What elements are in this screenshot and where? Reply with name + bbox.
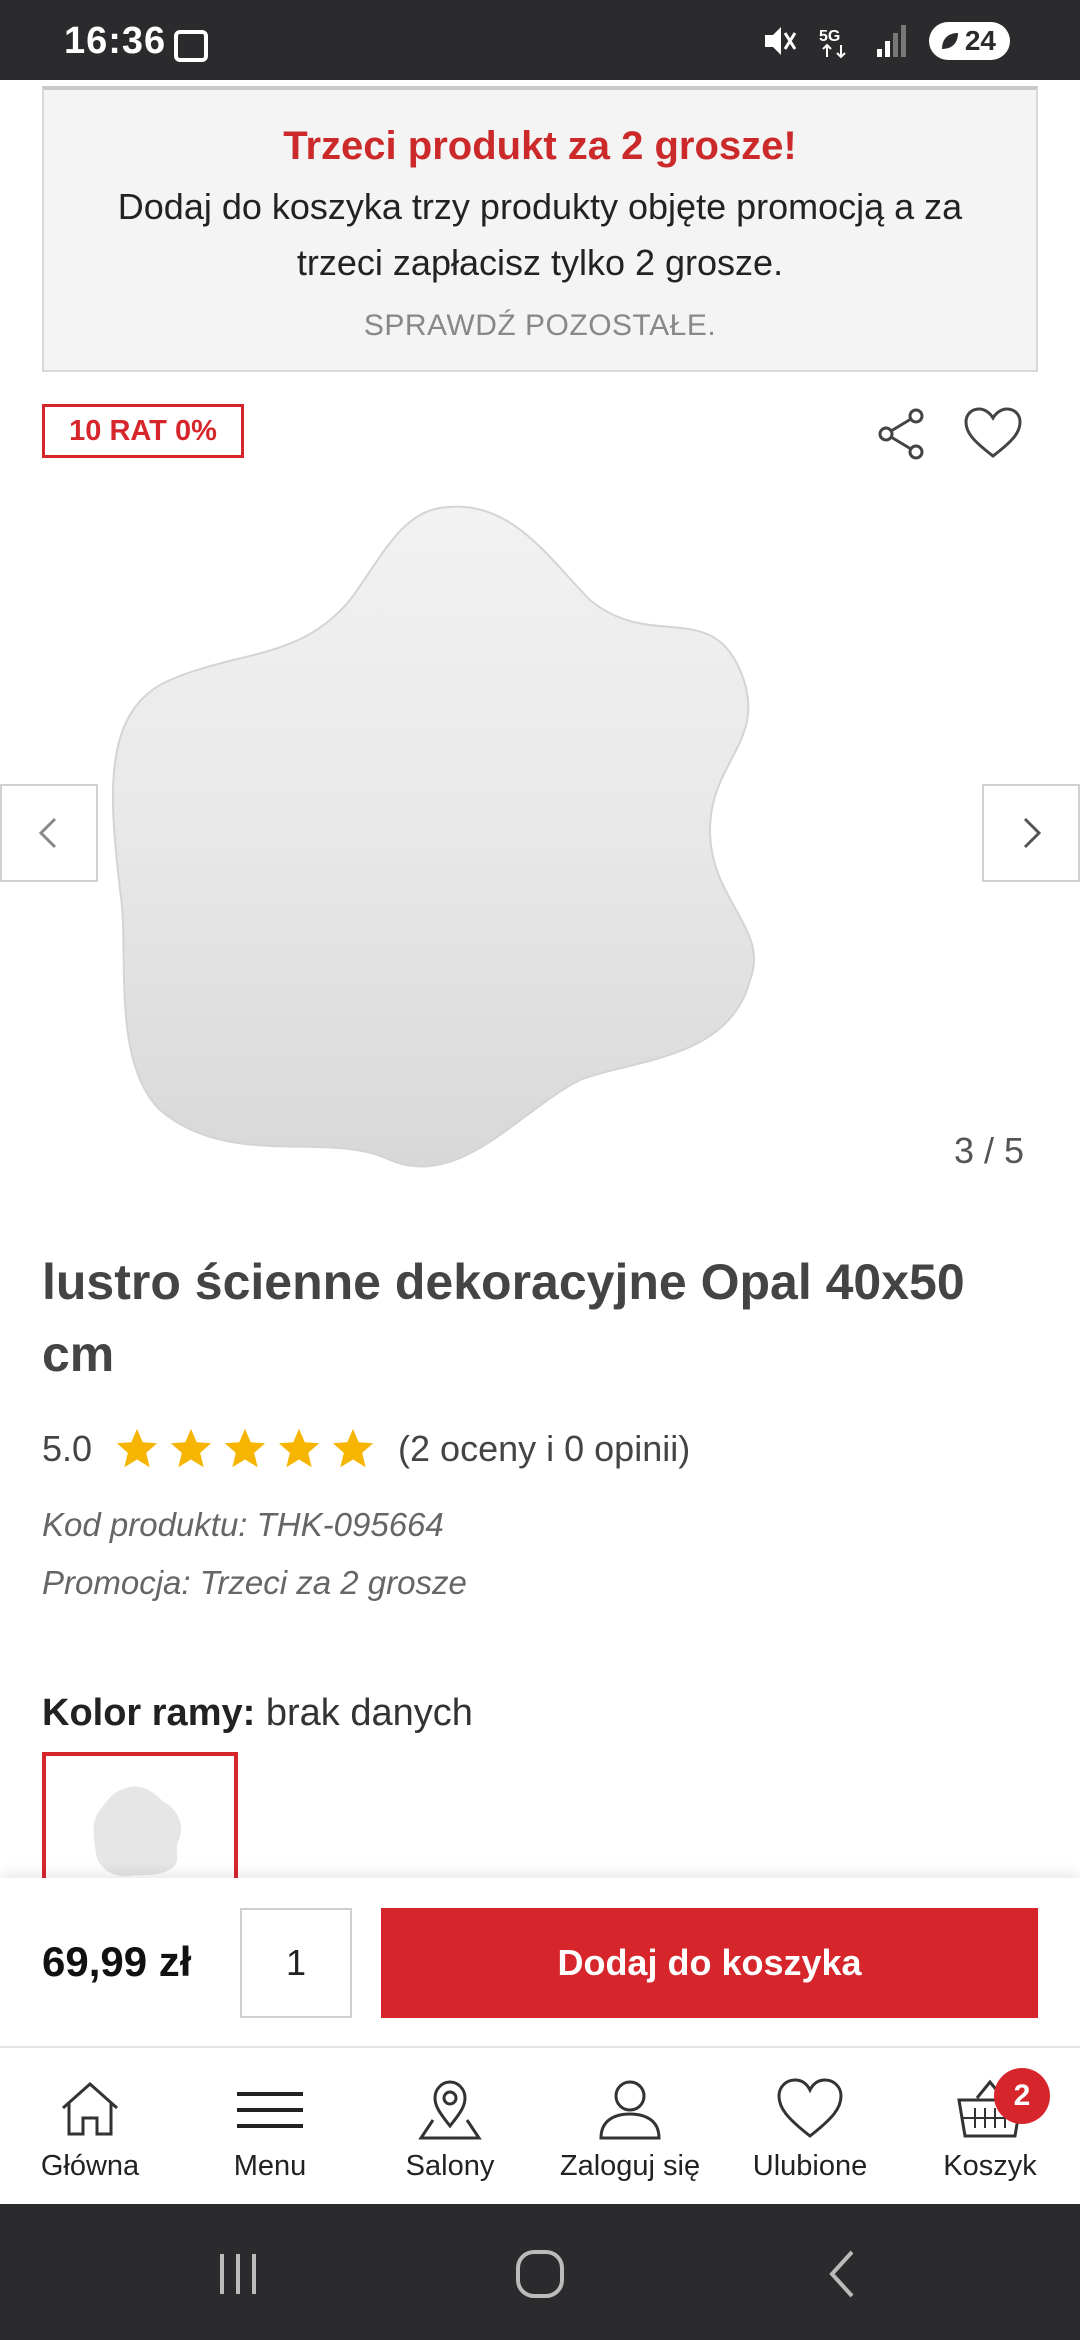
star-icon xyxy=(332,1428,374,1468)
nav-item-home[interactable]: Główna xyxy=(0,2048,180,2204)
screenshot-icon xyxy=(174,30,208,62)
nav-item-cart[interactable]: Koszyk 2 xyxy=(900,2048,1080,2204)
nav-label-home: Główna xyxy=(40,2150,140,2182)
star-icon xyxy=(278,1428,320,1468)
nav-item-stores[interactable]: Salony xyxy=(360,2048,540,2204)
bottom-nav: Główna Menu Salony Zaloguj się Ulubione xyxy=(0,2046,1080,2204)
promo-text: Dodaj do koszyka trzy produkty objęte pr… xyxy=(117,186,963,283)
quantity-input[interactable]: 1 xyxy=(240,1908,352,2018)
installments-badge: 10 RAT 0% xyxy=(42,404,244,458)
menu-icon xyxy=(237,2092,303,2128)
promo-banner: Trzeci produkt za 2 grosze! Dodaj do kos… xyxy=(42,86,1038,372)
gallery-counter: 3 / 5 xyxy=(953,1130,1024,1171)
system-nav-bar xyxy=(0,2204,1080,2340)
star-icon xyxy=(224,1428,266,1468)
nav-label-menu: Menu xyxy=(233,2150,307,2182)
battery-indicator: 24 xyxy=(928,22,1010,60)
nav-item-login[interactable]: Zaloguj się xyxy=(540,2048,720,2204)
gallery-prev-button[interactable] xyxy=(0,784,98,882)
home-button-icon[interactable] xyxy=(510,2244,570,2304)
recent-apps-icon[interactable] xyxy=(208,2244,268,2304)
home-icon xyxy=(62,2081,118,2136)
nav-label-login: Zaloguj się xyxy=(559,2150,701,2182)
share-icon[interactable] xyxy=(872,404,932,464)
nav-label-favorites: Ulubione xyxy=(752,2150,868,2182)
frame-color-value: brak danych xyxy=(265,1692,473,1734)
product-code: Kod produktu: THK-095664 xyxy=(42,1506,444,1543)
cart-count-badge: 2 xyxy=(994,2068,1050,2124)
chevron-left-icon xyxy=(38,817,57,849)
battery-level: 24 xyxy=(964,25,996,56)
color-swatch-selected[interactable] xyxy=(42,1752,238,1882)
nav-label-cart: Koszyk xyxy=(943,2150,1037,2182)
mute-icon xyxy=(764,27,797,55)
swatch-thumbnail xyxy=(93,1786,182,1877)
rating-value: 5.0 xyxy=(42,1428,93,1469)
user-icon xyxy=(599,2080,661,2140)
frame-color: Kolor ramy: brak danych xyxy=(42,1692,473,1735)
signal-icon xyxy=(876,25,906,57)
nav-item-favorites[interactable]: Ulubione xyxy=(720,2048,900,2204)
status-bar: 16:36 5G 24 xyxy=(0,0,1080,80)
product-title: lustro ścienne dekoracyjne Opal 40x50 cm xyxy=(42,1254,965,1382)
network-label: 5G xyxy=(819,28,840,45)
favorite-heart-icon[interactable] xyxy=(962,404,1024,464)
nav-label-stores: Salony xyxy=(405,2150,495,2182)
heart-icon xyxy=(777,2078,843,2138)
nav-item-menu[interactable]: Menu xyxy=(180,2048,360,2204)
rating-count: (2 oceny i 0 opinii) xyxy=(398,1428,691,1469)
product-rating[interactable]: 5.0 (2 oceny i 0 opinii) xyxy=(42,1426,690,1472)
network-5g-icon: 5G xyxy=(819,28,846,59)
product-promotion: Promocja: Trzeci za 2 grosze xyxy=(42,1564,467,1601)
chevron-right-icon xyxy=(1023,817,1042,849)
add-to-cart-button[interactable]: Dodaj do koszyka xyxy=(381,1908,1038,2018)
product-image[interactable] xyxy=(110,490,970,1170)
leaf-icon xyxy=(941,33,958,49)
promo-more-link[interactable]: SPRAWDŹ POZOSTAŁE. xyxy=(44,309,1036,343)
star-icon xyxy=(116,1428,158,1468)
product-price: 69,99 zł xyxy=(42,1938,192,1985)
star-icon xyxy=(170,1428,212,1468)
gallery-next-button[interactable] xyxy=(982,784,1080,882)
status-icons: 5G 24 xyxy=(761,22,1010,60)
promo-title: Trzeci produkt za 2 grosze! xyxy=(283,124,797,168)
status-time: 16:36 xyxy=(64,20,167,62)
frame-color-label: Kolor ramy: xyxy=(42,1692,256,1734)
map-pin-icon xyxy=(418,2080,482,2140)
rating-stars xyxy=(114,1426,376,1472)
add-to-cart-bar: 69,99 zł 1 Dodaj do koszyka xyxy=(0,1878,1080,2046)
back-icon[interactable] xyxy=(814,2244,874,2304)
